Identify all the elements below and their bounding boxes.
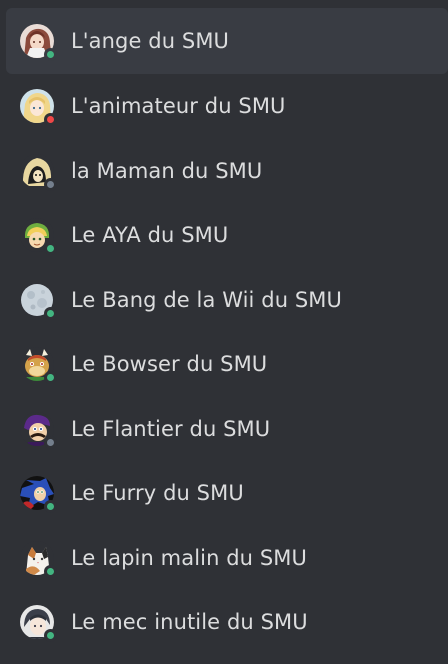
member-name: L'ange du SMU xyxy=(71,29,230,53)
status-online-icon xyxy=(44,371,57,385)
member-item[interactable]: Le mec inutile du SMU xyxy=(6,590,448,655)
member-name: la Maman du SMU xyxy=(71,158,263,183)
member-item[interactable]: Le lapin malin du SMU xyxy=(6,526,448,591)
member-name: Le lapin malin du SMU xyxy=(71,545,307,570)
status-online-icon xyxy=(44,629,57,643)
avatar[interactable] xyxy=(20,24,57,61)
member-item[interactable]: L'animateur du SMU xyxy=(6,74,448,139)
member-item[interactable]: Le Furry du SMU xyxy=(6,461,448,526)
member-name: Le Furry du SMU xyxy=(71,481,244,506)
member-item[interactable]: la Maman du SMU xyxy=(6,139,448,204)
status-online-icon xyxy=(44,306,57,320)
status-offline-icon xyxy=(44,177,57,191)
status-online-icon xyxy=(44,242,57,256)
avatar[interactable] xyxy=(20,282,57,320)
status-online-icon xyxy=(44,564,57,578)
avatar[interactable] xyxy=(20,347,57,385)
status-online-icon xyxy=(44,48,57,61)
avatar[interactable] xyxy=(20,476,57,514)
avatar[interactable] xyxy=(20,411,57,449)
status-offline-icon xyxy=(44,435,57,449)
member-list: L'ange du SMU L'animateur du SMU la Mama… xyxy=(0,0,448,664)
avatar[interactable] xyxy=(20,605,57,643)
member-item[interactable]: Le AYA du SMU xyxy=(6,203,448,268)
avatar[interactable] xyxy=(20,218,57,256)
member-name: Le Flantier du SMU xyxy=(71,416,271,441)
member-item[interactable]: L'ange du SMU xyxy=(6,8,448,74)
member-name: Le Bang de la Wii du SMU xyxy=(71,287,343,312)
member-item[interactable]: Le Bowser du SMU xyxy=(6,332,448,397)
member-name: Le Bowser du SMU xyxy=(71,352,268,377)
status-dnd-icon xyxy=(44,113,57,127)
member-name: Le AYA du SMU xyxy=(71,223,229,248)
member-item[interactable]: Le Flantier du SMU xyxy=(6,397,448,462)
avatar[interactable] xyxy=(20,540,57,578)
avatar[interactable] xyxy=(20,153,57,191)
avatar[interactable] xyxy=(20,89,57,127)
member-name: L'animateur du SMU xyxy=(71,94,286,119)
member-name: Le mec inutile du SMU xyxy=(71,610,308,635)
member-item[interactable]: Le Bang de la Wii du SMU xyxy=(6,268,448,333)
status-online-icon xyxy=(44,500,57,514)
